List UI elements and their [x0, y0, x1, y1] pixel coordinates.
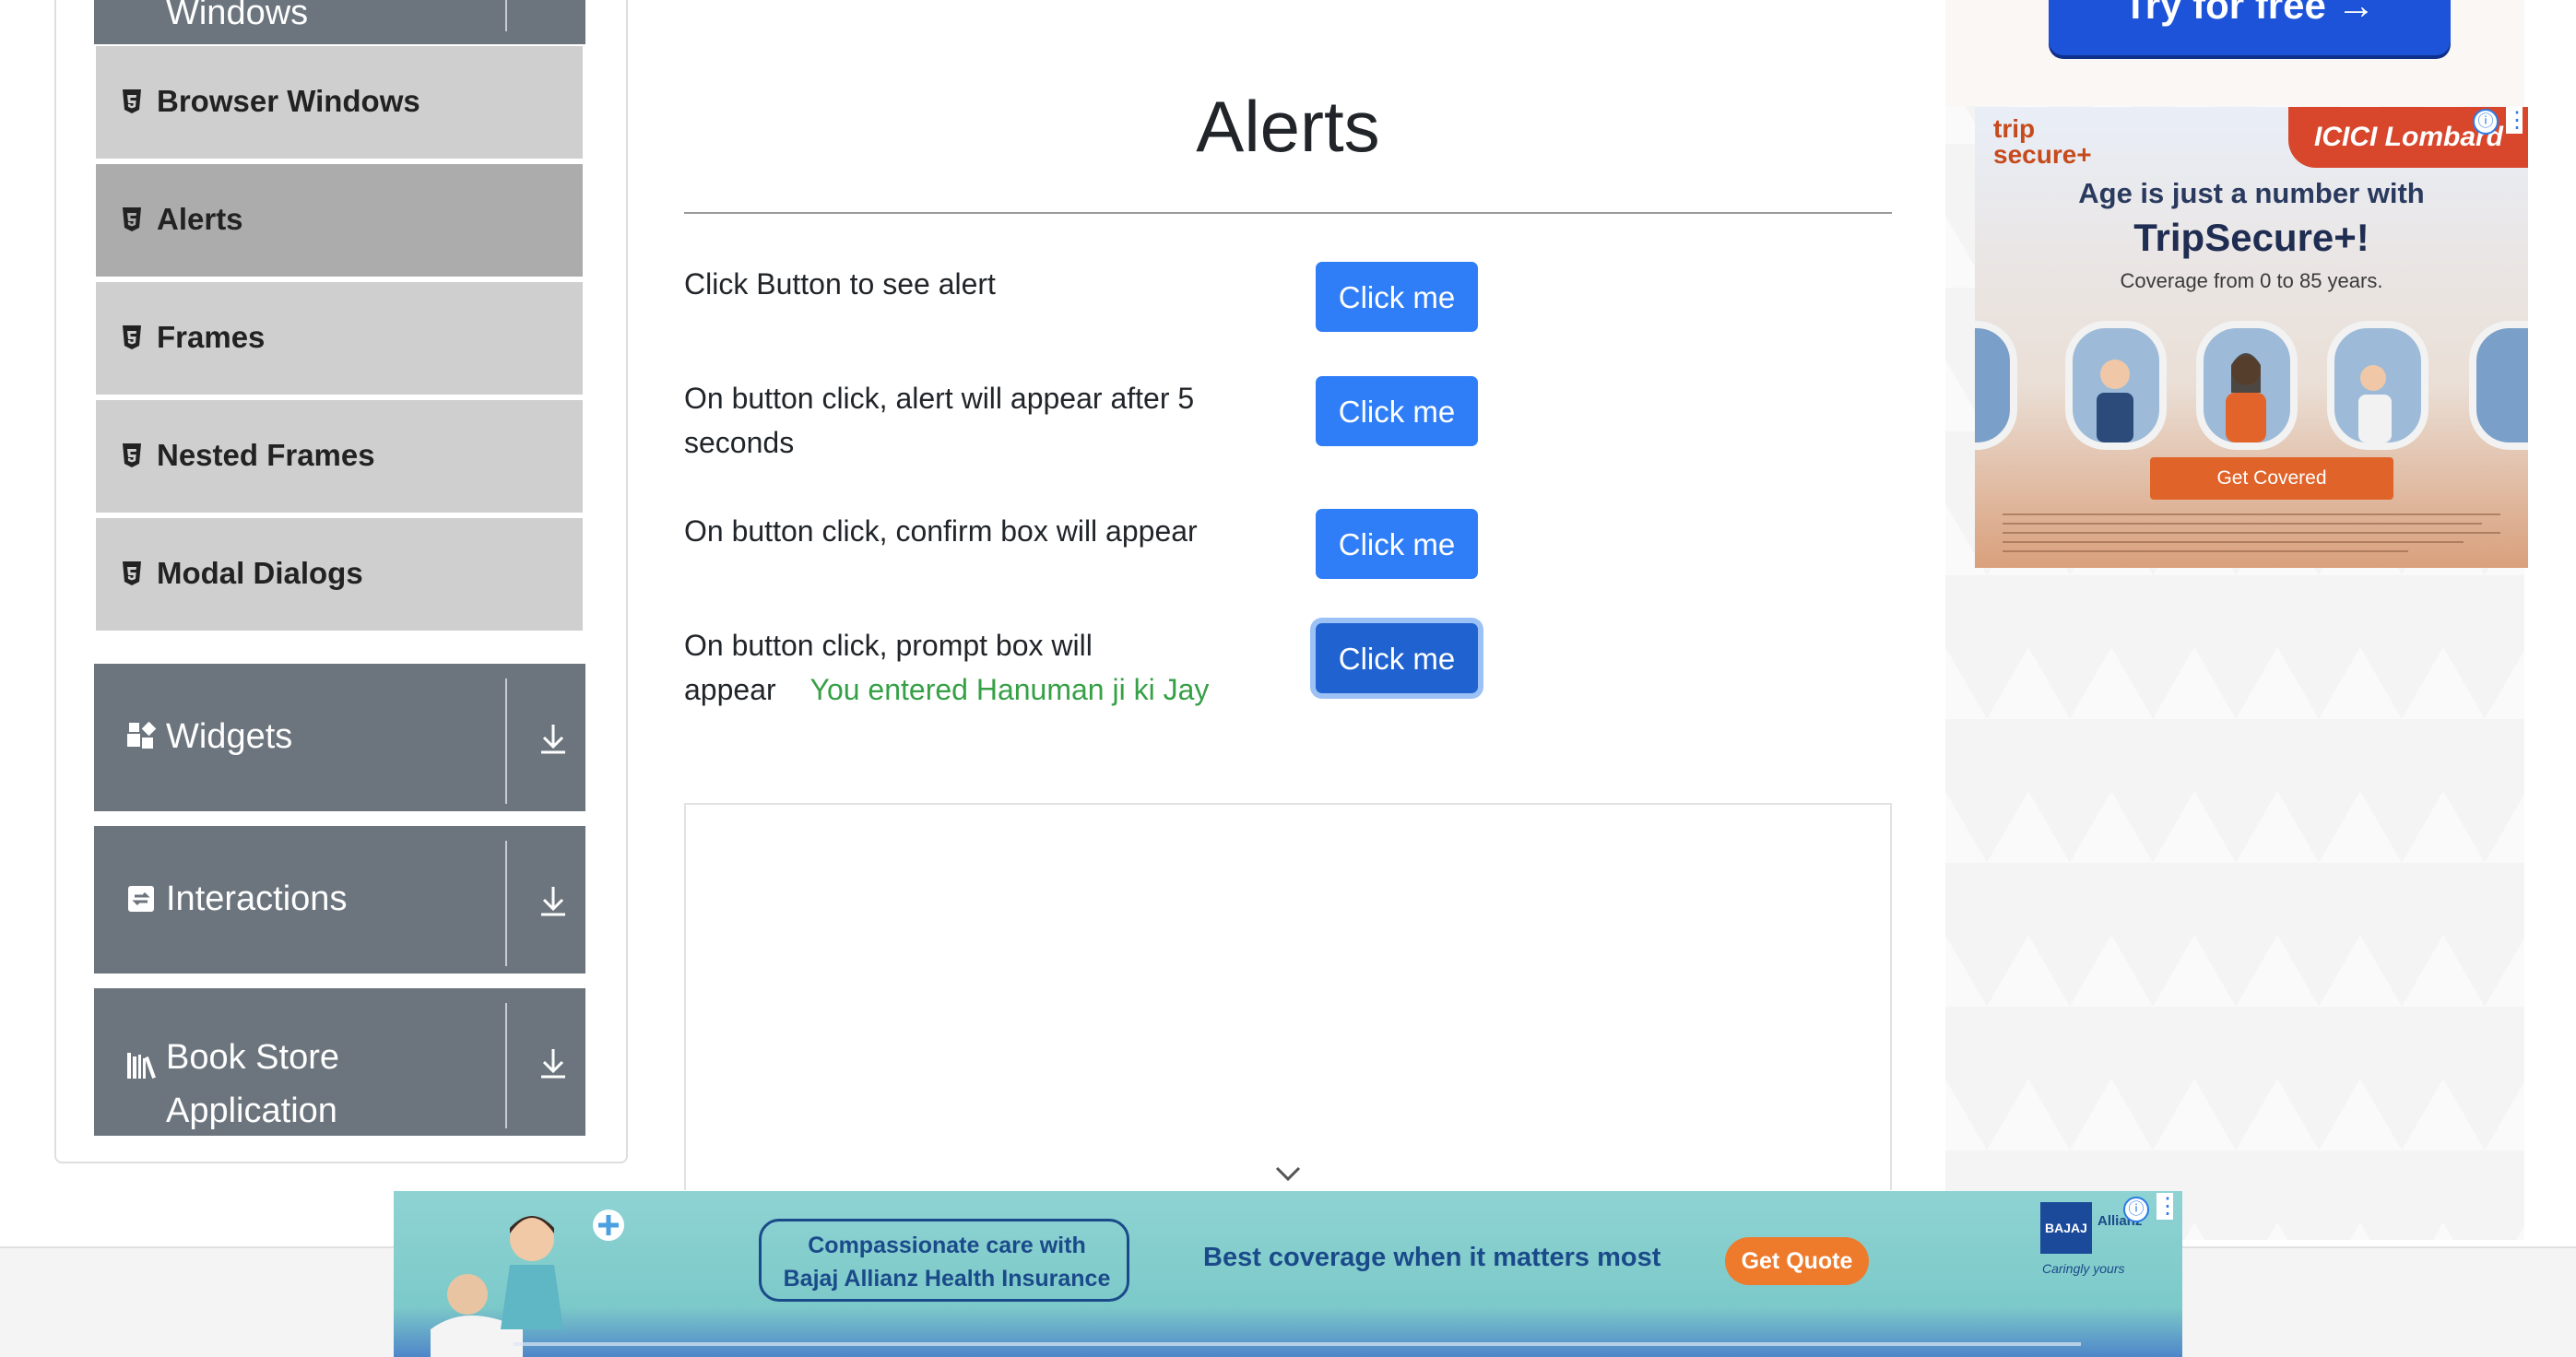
sidebar-item-alerts[interactable]: Alerts [96, 164, 583, 277]
html5-icon [123, 207, 141, 231]
group-header-interactions[interactable]: Interactions [94, 826, 585, 974]
html5-icon [123, 89, 141, 113]
icici-ad-banner[interactable]: trip secure+ ICICI Lombard Age is just a… [1975, 107, 2528, 568]
html5-icon [123, 325, 141, 349]
get-quote-button[interactable]: Get Quote [1725, 1237, 1869, 1285]
prompt-label-line2-wrap: appear You entered Hanuman ji ki Jay [684, 667, 1247, 712]
bajaj-logo: BAJAJ [2040, 1202, 2092, 1254]
sidebar-item-browser-windows[interactable]: Browser Windows [96, 46, 583, 159]
timer-alert-label-line1: On button click, alert will appear after… [684, 382, 1195, 415]
alert-row-label: Click Button to see alert [684, 267, 996, 301]
download-arrow-icon[interactable] [537, 883, 570, 920]
alert-button[interactable]: Click me [1316, 262, 1478, 332]
page-title: Alerts [1196, 86, 1380, 167]
group-header-label: Interactions [166, 879, 348, 918]
ad-fine-print [514, 1342, 2081, 1346]
care-message-box: Compassionate care with Bajaj Allianz He… [759, 1219, 1129, 1302]
group-header-alerts-frame-windows[interactable]: Windows [94, 0, 585, 44]
group-header-separator [505, 0, 507, 31]
plane-window-right-edge [2469, 321, 2528, 450]
nurse-illustration [431, 1210, 624, 1357]
sidebar-item-label: Frames [157, 320, 266, 354]
interactions-icon [128, 886, 154, 912]
bajaj-tagline: Caringly yours [2042, 1261, 2125, 1276]
timer-alert-button[interactable]: Click me [1316, 376, 1478, 446]
get-covered-button[interactable]: Get Covered [2150, 457, 2393, 500]
timer-alert-label-line2: seconds [684, 426, 795, 459]
group-header-label: Book Store [166, 1038, 339, 1077]
sidebar-item-frames[interactable]: Frames [96, 282, 583, 395]
group-header-separator [505, 1003, 507, 1128]
group-header-label: Windows [166, 0, 309, 32]
ad-tagline: Best coverage when it matters most [1203, 1243, 1661, 1272]
passenger-illustration [2226, 353, 2266, 442]
plane-window-left-edge [1975, 321, 2017, 450]
ad-brand-name: TripSecure+! [2133, 216, 2369, 259]
passenger-illustration [2097, 360, 2133, 442]
trip-secure-logo: trip secure+ [1993, 116, 2092, 168]
ad-info-icon[interactable]: ⓘ [2123, 1197, 2149, 1222]
sidebar-item-modal-dialogs[interactable]: Modal Dialogs [96, 518, 583, 631]
trip-logo-line1: trip [1993, 114, 2036, 143]
prompt-button[interactable]: Click me [1316, 623, 1478, 693]
download-arrow-icon[interactable] [537, 721, 570, 758]
prompt-row-label: On button click, prompt box will appear … [684, 623, 1247, 712]
care-line2: Bajaj Allianz Health Insurance [783, 1266, 1111, 1292]
prompt-result-text: You entered Hanuman ji ki Jay [809, 673, 1210, 706]
prompt-label-line1: On button click, prompt box will [684, 629, 1093, 662]
confirm-button[interactable]: Click me [1316, 509, 1478, 579]
ad-menu-icon[interactable]: ⋮ [2157, 1193, 2179, 1220]
group-header-label-line2: Application [166, 1092, 337, 1130]
title-divider [684, 212, 1892, 214]
bajaj-allianz-ad-banner[interactable]: Compassionate care with Bajaj Allianz He… [394, 1191, 2182, 1357]
sidebar-item-label: Nested Frames [157, 438, 375, 472]
widgets-icon [127, 721, 157, 749]
chevron-down-icon[interactable] [1274, 1163, 1302, 1184]
passenger-illustration [2358, 365, 2392, 442]
care-line1: Compassionate care with [808, 1233, 1086, 1258]
ad-headline: Age is just a number with [2078, 177, 2425, 209]
plane-window-child [2327, 321, 2428, 450]
try-for-free-button[interactable]: Try for free → [2049, 0, 2451, 55]
trip-logo-line2: secure+ [1993, 140, 2092, 169]
group-header-book-store[interactable]: Book Store Application [94, 988, 585, 1136]
plane-window-grandpa [2065, 321, 2167, 450]
plane-window-woman [2196, 321, 2298, 450]
ad-fine-print [2003, 513, 2500, 552]
ad-subtext: Coverage from 0 to 85 years. [2120, 269, 2383, 292]
group-header-widgets[interactable]: Widgets [94, 664, 585, 811]
group-header-separator [505, 678, 507, 804]
download-arrow-icon[interactable] [537, 1045, 570, 1082]
ad-info-icon[interactable]: ⓘ [2473, 109, 2499, 135]
group-header-separator [505, 841, 507, 966]
bookshelf-icon [127, 1053, 156, 1079]
html5-icon [123, 561, 141, 585]
sidebar-item-nested-frames[interactable]: Nested Frames [96, 400, 583, 513]
sidebar-item-label: Browser Windows [157, 84, 420, 118]
confirm-row-label: On button click, confirm box will appear [684, 514, 1198, 548]
sidebar-item-label: Alerts [157, 202, 243, 236]
ad-frame-placeholder [684, 803, 1892, 1190]
html5-icon [123, 443, 141, 467]
timer-alert-row-label: On button click, alert will appear after… [684, 376, 1247, 465]
sidebar-item-label: Modal Dialogs [157, 556, 363, 590]
group-header-label: Widgets [166, 717, 293, 756]
ad-menu-icon[interactable]: ⋮ [2506, 107, 2528, 134]
prompt-label-line2: appear [684, 673, 776, 706]
